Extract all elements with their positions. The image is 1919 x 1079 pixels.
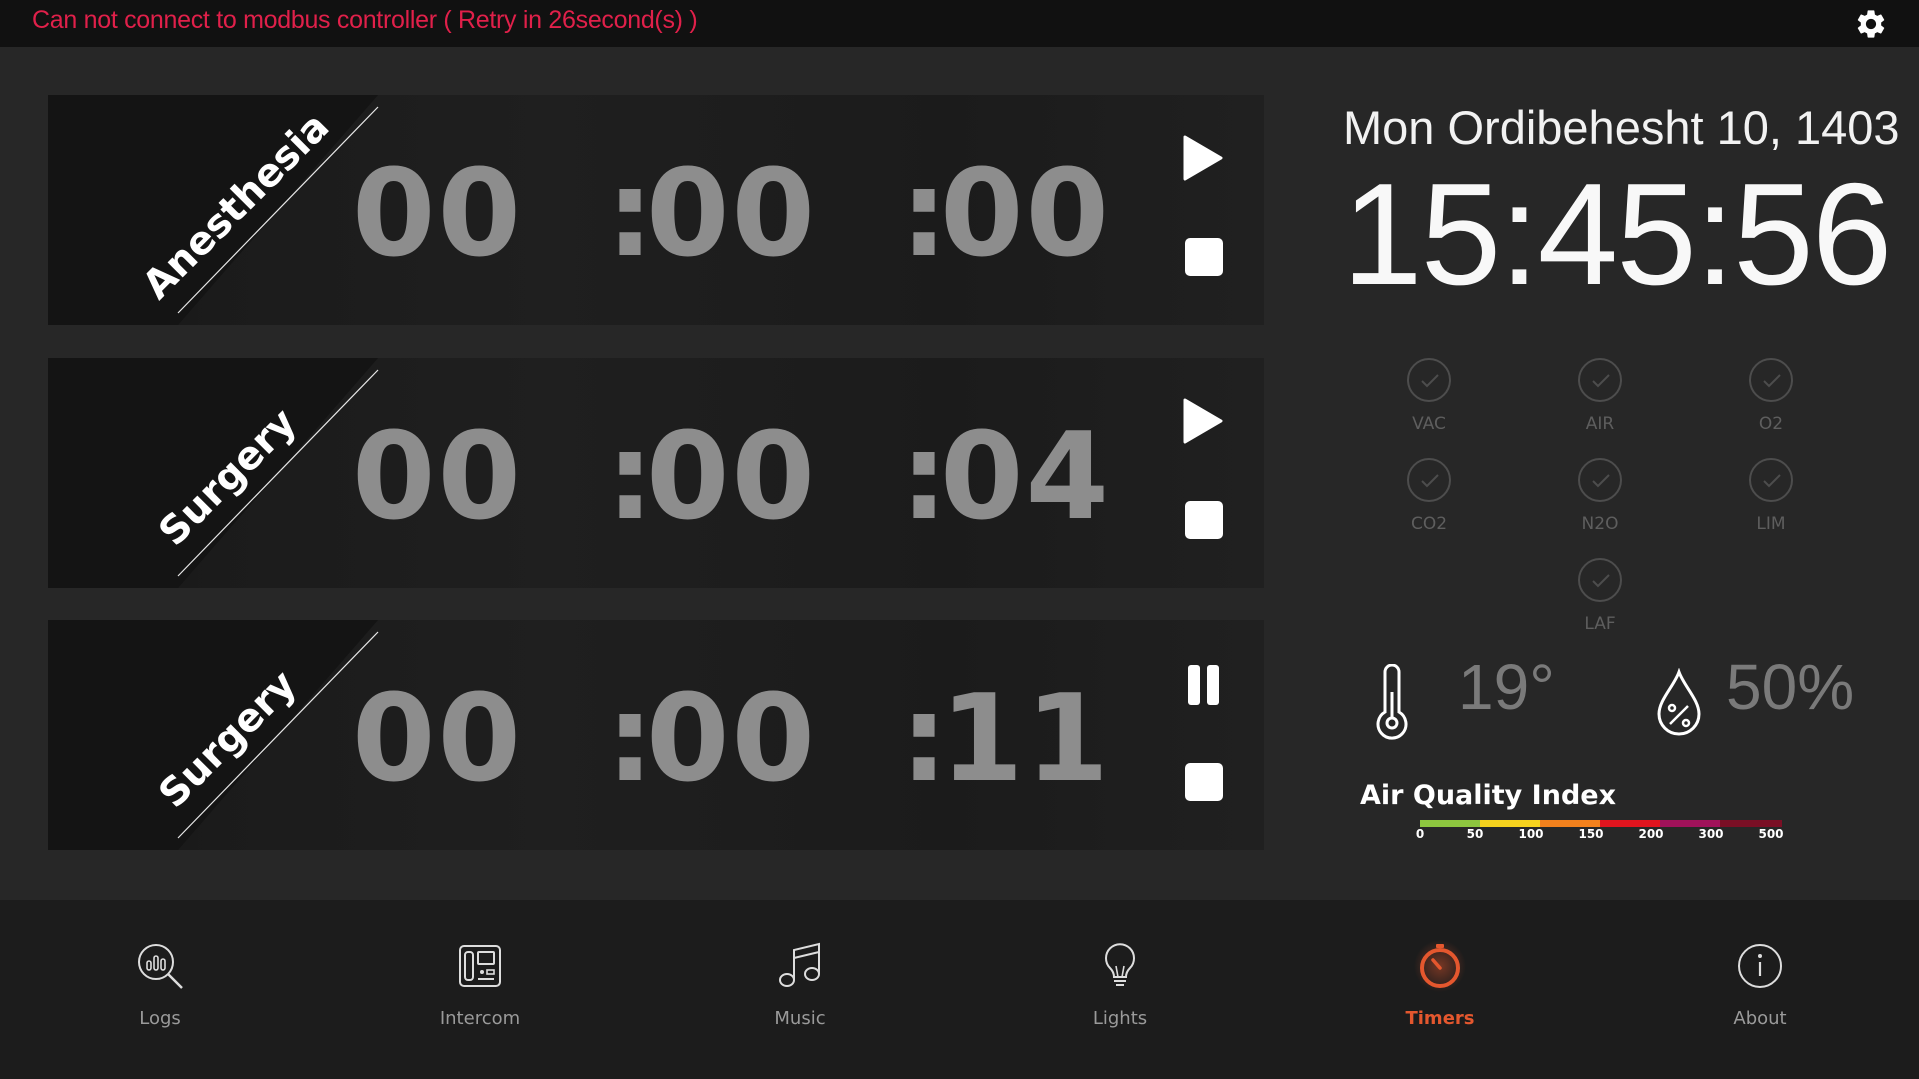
aqi-band-hazardous — [1720, 820, 1782, 827]
nav-label: Timers — [1405, 1008, 1475, 1029]
nav-label: About — [1733, 1008, 1787, 1029]
timer-panel-1: Anesthesia 00 : 00 : 00 — [48, 95, 1264, 325]
music-note-icon — [779, 942, 820, 987]
info-icon — [1738, 944, 1782, 988]
intercom-icon — [459, 945, 501, 987]
gas-label: AIR — [1585, 414, 1615, 434]
nav-item-lights[interactable]: Lights — [1040, 940, 1200, 1029]
timer-seconds: 04 — [940, 408, 1111, 547]
timer-hours: 00 — [352, 408, 523, 547]
timer-panel-3: Surgery 00 : 00 : 11 — [48, 620, 1264, 850]
stop-icon[interactable] — [1181, 496, 1225, 546]
nav-item-music[interactable]: Music — [720, 940, 880, 1029]
timer-minutes: 00 — [646, 145, 817, 284]
humidity-value: 50% — [1726, 651, 1855, 723]
air-quality-title: Air Quality Index — [1360, 780, 1616, 811]
gas-indicator-n2o: N2O — [1545, 458, 1655, 534]
nav-label: Intercom — [439, 1008, 521, 1029]
gas-indicator-o2: O2 — [1716, 358, 1826, 434]
stop-icon[interactable] — [1181, 233, 1225, 283]
aqi-band-moderate — [1480, 820, 1540, 827]
stop-icon[interactable] — [1181, 758, 1225, 808]
aqi-tick-label: 500 — [1758, 827, 1784, 841]
timer-display: 00 : 00 : 00 — [348, 155, 1188, 275]
timer-hours: 00 — [352, 145, 523, 284]
aqi-band-unhealthy-sensitive — [1540, 820, 1600, 827]
check-icon — [1407, 358, 1451, 402]
gas-indicator-lim: LIM — [1716, 458, 1826, 534]
pause-icon[interactable] — [1181, 660, 1225, 710]
timer-panel-2: Surgery 00 : 00 : 04 — [48, 358, 1264, 588]
play-icon[interactable] — [1181, 133, 1225, 183]
timer-display: 00 : 00 : 11 — [348, 680, 1188, 800]
timer-display: 00 : 00 : 04 — [348, 418, 1188, 538]
gas-label: O2 — [1758, 414, 1784, 434]
aqi-tick-label: 200 — [1638, 827, 1664, 841]
timer-minutes: 00 — [646, 670, 817, 809]
gas-label: LAF — [1584, 614, 1616, 634]
aqi-tick-label: 0 — [1415, 827, 1425, 841]
gas-label: VAC — [1412, 414, 1446, 434]
aqi-tick-label: 150 — [1578, 827, 1604, 841]
check-icon — [1578, 458, 1622, 502]
timer-seconds: 11 — [940, 670, 1111, 809]
check-icon — [1749, 458, 1793, 502]
nav-label: Music — [774, 1008, 826, 1029]
timer-seconds: 00 — [940, 145, 1111, 284]
aqi-band-unhealthy — [1600, 820, 1660, 827]
timer-hours: 00 — [352, 670, 523, 809]
lightbulb-icon — [1105, 943, 1135, 986]
gas-indicator-air: AIR — [1545, 358, 1655, 434]
aqi-tick-label: 50 — [1466, 827, 1484, 841]
gas-label: N2O — [1581, 514, 1619, 534]
check-icon — [1578, 358, 1622, 402]
check-icon — [1407, 458, 1451, 502]
status-bar: Can not connect to modbus controller ( R… — [0, 0, 1919, 47]
aqi-tick-label: 300 — [1698, 827, 1724, 841]
aqi-band-good — [1420, 820, 1480, 827]
connection-error-message: Can not connect to modbus controller ( R… — [32, 6, 698, 34]
play-icon[interactable] — [1181, 396, 1225, 446]
gas-indicator-laf: LAF — [1545, 558, 1655, 634]
temperature-value: 19° — [1458, 651, 1555, 723]
gas-indicator-co2: CO2 — [1374, 458, 1484, 534]
nav-item-about[interactable]: About — [1680, 940, 1840, 1029]
humidity-drop-icon — [1657, 668, 1701, 736]
check-icon — [1749, 358, 1793, 402]
nav-label: Logs — [139, 1008, 181, 1029]
aqi-band-very-unhealthy — [1660, 820, 1720, 827]
timer-minutes: 00 — [646, 408, 817, 547]
gas-label: CO2 — [1410, 514, 1448, 534]
timer-icon — [1414, 940, 1466, 992]
current-time: 15:45:56 — [1342, 153, 1892, 315]
nav-item-timers[interactable]: Timers — [1360, 940, 1520, 1029]
thermometer-icon — [1376, 664, 1408, 740]
gas-label: LIM — [1756, 514, 1786, 534]
bottom-navigation — [0, 900, 1919, 1079]
current-date: Mon Ordibehesht 10, 1403 — [1343, 101, 1900, 154]
air-quality-scale — [1420, 820, 1782, 827]
aqi-tick-label: 100 — [1518, 827, 1544, 841]
gear-icon[interactable] — [1854, 7, 1888, 41]
nav-item-intercom[interactable]: Intercom — [400, 940, 560, 1029]
logs-search-icon — [138, 944, 183, 989]
nav-label: Lights — [1092, 1008, 1148, 1029]
check-icon — [1578, 558, 1622, 602]
gas-indicator-vac: VAC — [1374, 358, 1484, 434]
nav-item-logs[interactable]: Logs — [80, 940, 240, 1029]
